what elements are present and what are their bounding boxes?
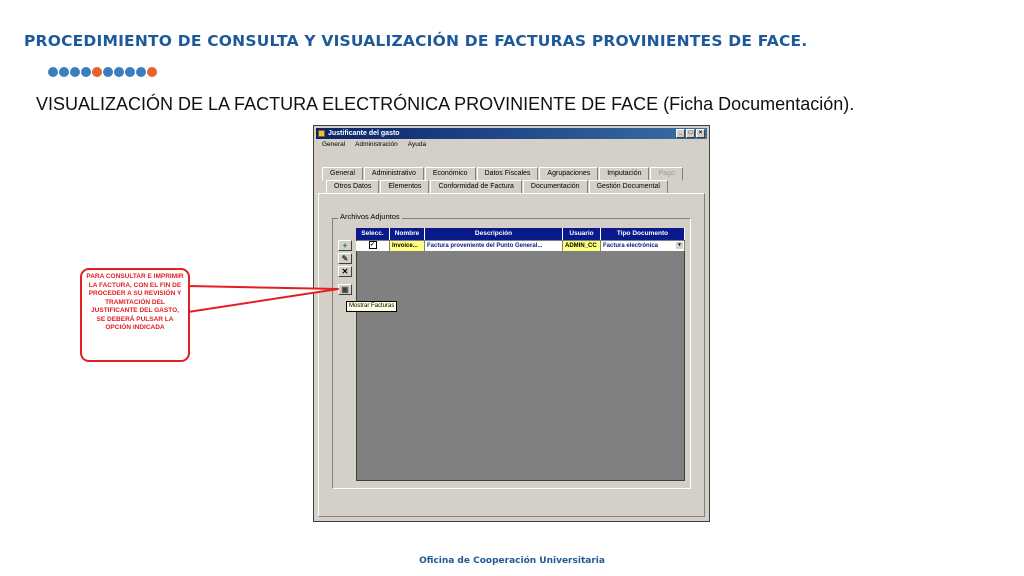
col-tipo-documento[interactable]: Tipo Documento — [601, 228, 685, 240]
dot-7 — [114, 67, 124, 77]
slide-title: PROCEDIMIENTO DE CONSULTA Y VISUALIZACIÓ… — [24, 32, 808, 50]
dot-8 — [125, 67, 135, 77]
dot-10 — [147, 67, 157, 77]
dot-6 — [103, 67, 113, 77]
attachments-grid — [356, 228, 685, 481]
menu-administracion[interactable]: Administración — [355, 141, 398, 148]
tab-conformidad-de-factura[interactable]: Conformidad de Factura — [430, 180, 522, 194]
tab-administrativo[interactable]: Administrativo — [363, 167, 424, 181]
close-button[interactable]: × — [696, 129, 705, 138]
col-descripcion[interactable]: Descripción — [425, 228, 563, 240]
tooltip: Mostrar Facturas — [346, 301, 398, 312]
show-invoices-button[interactable]: ▣ — [338, 284, 352, 295]
tab-elementos[interactable]: Elementos — [380, 180, 430, 194]
tab-gestion-documental[interactable]: Gestión Documental — [588, 180, 668, 194]
callout-note: PARA CONSULTAR E IMPRIMIR LA FACTURA, CO… — [80, 268, 190, 362]
menubar: General Administración Ayuda — [322, 141, 426, 148]
dot-9 — [136, 67, 146, 77]
footer: Oficina de Cooperación Universitaria — [419, 556, 605, 566]
maximize-button[interactable]: □ — [686, 129, 695, 138]
tab-documentacion[interactable]: Documentación — [522, 180, 588, 194]
col-nombre[interactable]: Nombre — [390, 228, 425, 240]
dot-3 — [70, 67, 80, 77]
cell-tipo-documento[interactable]: Factura electrónica ▾ — [601, 241, 685, 251]
menu-general[interactable]: General — [322, 141, 345, 148]
tab-row-2: Otros Datos Elementos Conformidad de Fac… — [326, 180, 669, 194]
dot-2 — [59, 67, 69, 77]
cell-selecc[interactable]: ✓ — [356, 241, 390, 251]
edit-file-button[interactable]: ✎ — [338, 253, 352, 264]
chevron-down-icon[interactable]: ▾ — [676, 242, 683, 249]
decorative-dots — [48, 67, 157, 79]
grid-header: Selecc. Nombre Descripción Usuario Tipo … — [356, 228, 685, 240]
tab-economico[interactable]: Económico — [424, 167, 476, 181]
cell-usuario[interactable]: ADMIN_CC — [563, 241, 601, 251]
tab-otros-datos[interactable]: Otros Datos — [326, 180, 380, 194]
cell-descripcion[interactable]: Factura proveniente del Punto General... — [425, 241, 563, 251]
app-icon — [318, 130, 325, 137]
select-checkbox[interactable]: ✓ — [368, 241, 377, 250]
tab-datos-fiscales[interactable]: Datos Fiscales — [476, 167, 539, 181]
tipo-documento-value: Factura electrónica — [603, 243, 659, 249]
group-label: Archivos Adjuntos — [338, 212, 402, 221]
slide-subtitle: VISUALIZACIÓN DE LA FACTURA ELECTRÓNICA … — [36, 94, 855, 114]
tab-imputacion[interactable]: Imputación — [599, 167, 650, 181]
menu-ayuda[interactable]: Ayuda — [408, 141, 426, 148]
dot-1 — [48, 67, 58, 77]
window-title: Justificante del gasto — [328, 130, 400, 137]
tab-row-1: General Administrativo Económico Datos F… — [322, 167, 684, 181]
delete-file-button[interactable]: ✕ — [338, 266, 352, 277]
cell-nombre[interactable]: Invoice... — [390, 241, 425, 251]
add-file-button[interactable]: + — [338, 240, 352, 251]
table-row[interactable]: ✓ Invoice... Factura proveniente del Pun… — [356, 241, 685, 251]
col-selecc[interactable]: Selecc. — [356, 228, 390, 240]
window-titlebar[interactable]: Justificante del gasto _ □ × — [316, 128, 707, 139]
tab-agrupaciones[interactable]: Agrupaciones — [539, 167, 599, 181]
dot-4 — [81, 67, 91, 77]
dot-5 — [92, 67, 102, 77]
tab-pago[interactable]: Pago — [650, 167, 683, 181]
col-usuario[interactable]: Usuario — [563, 228, 601, 240]
tab-general[interactable]: General — [322, 167, 363, 181]
minimize-button[interactable]: _ — [676, 129, 685, 138]
